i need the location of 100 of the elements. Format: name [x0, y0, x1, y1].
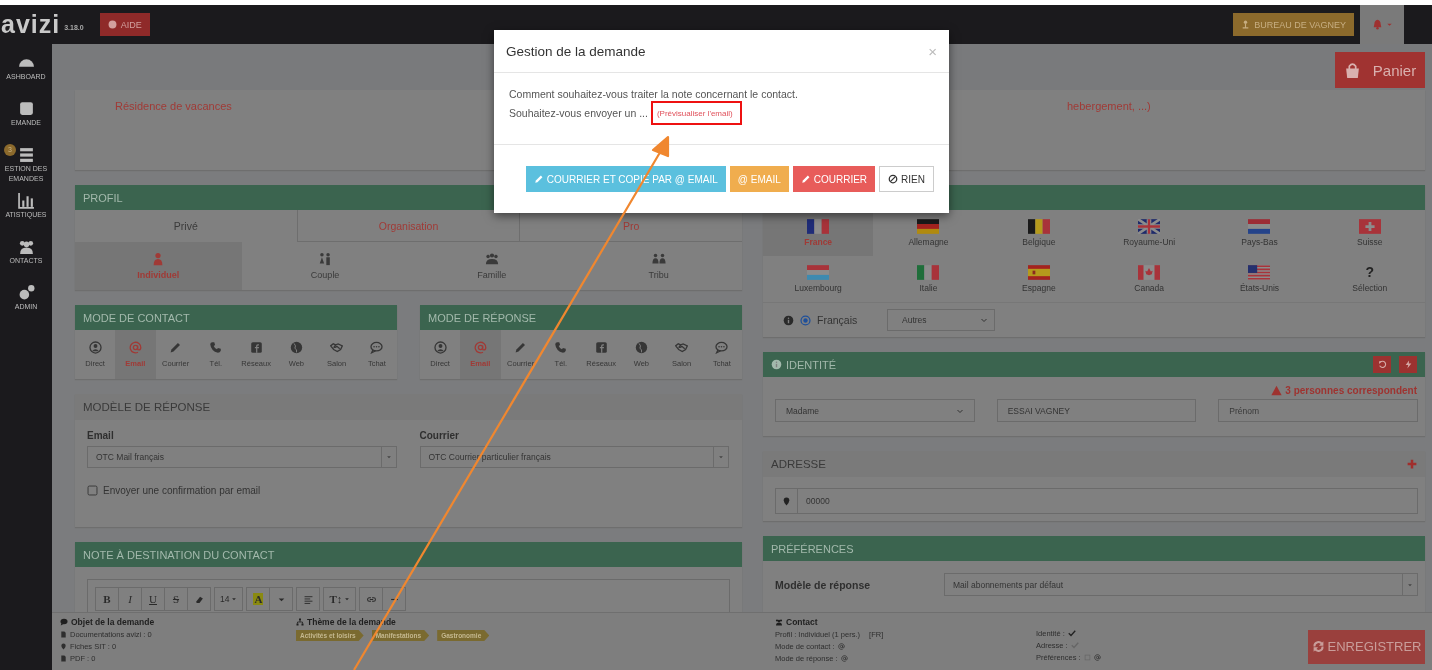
italic-button[interactable]: I [118, 587, 142, 611]
country-option[interactable]: Belgique [983, 210, 1094, 256]
profile-type-option[interactable]: Tribu [575, 242, 742, 290]
flag-icon [917, 265, 940, 280]
help-button[interactable]: AIDE [99, 13, 150, 36]
flag-icon [1027, 219, 1050, 234]
caret-icon [344, 596, 351, 602]
dialog-button[interactable]: RIEN [879, 166, 934, 192]
strikethrough-button[interactable]: S [164, 587, 188, 611]
footer-heading: Contact [786, 617, 818, 627]
align-button[interactable] [296, 587, 321, 611]
dropdown-button[interactable] [269, 587, 294, 611]
at-icon [840, 654, 848, 662]
postcode-field[interactable]: 00000 [775, 488, 1418, 514]
select-field[interactable]: Mail abonnements par défaut [944, 573, 1418, 596]
caret-icon [231, 596, 238, 602]
profile-type-option[interactable]: Famille [408, 242, 576, 290]
section-header: NOTE À DESTINATION DU CONTACT [75, 542, 742, 567]
country-option[interactable]: Royaume-Uni [1094, 210, 1205, 256]
at-icon [1093, 653, 1101, 661]
link-icon [366, 594, 376, 604]
user-icon [433, 341, 447, 354]
info-icon [771, 359, 782, 370]
profile-type-option[interactable]: Couple [241, 242, 409, 290]
section-header: MODÈLE DE RÉPONSE [75, 394, 742, 420]
office-button[interactable]: BUREAU DE VAGNEY [1233, 13, 1354, 36]
field-label: Email [87, 430, 115, 441]
country-option[interactable]: Canada [1094, 256, 1205, 302]
checkbox[interactable] [87, 485, 98, 496]
section-header: MODE DE CONTACT [75, 305, 397, 330]
underline-button[interactable]: U [141, 587, 165, 611]
highlight-button[interactable]: A [246, 587, 271, 611]
dialog-button[interactable]: COURRIER [792, 166, 876, 192]
caret-icon [1385, 21, 1393, 28]
add-icon[interactable] [1407, 459, 1417, 469]
dialog-button[interactable]: @ EMAIL [729, 166, 789, 192]
select-field[interactable]: OTC Courrier particulier français [419, 446, 729, 468]
bold-button[interactable]: B [95, 587, 119, 611]
pencil-icon [169, 341, 183, 354]
file-icon [60, 654, 67, 662]
language-select[interactable]: Autres [887, 309, 995, 331]
close-button[interactable]: × [928, 43, 937, 59]
at-icon [473, 341, 487, 354]
field-label: Modèle de réponse [775, 578, 872, 591]
caret-icon [1407, 581, 1413, 588]
notifications-button[interactable] [1360, 5, 1404, 44]
country-option[interactable]: Espagne [983, 256, 1094, 302]
flag-icon [1358, 219, 1381, 234]
field-label: Courrier [419, 430, 460, 441]
file-icon [60, 630, 67, 638]
cart-button[interactable]: Panier [1335, 52, 1425, 88]
line-height-button[interactable]: T↕ [323, 587, 357, 611]
preview-link[interactable]: (Prévisualiser l'email) [656, 109, 733, 118]
radio-label: Français [817, 314, 859, 326]
section-title: IDENTITÉ [786, 358, 837, 371]
warning-icon [1271, 385, 1283, 396]
handshake-icon [330, 341, 344, 354]
globe-icon [289, 341, 303, 354]
section-header: PRÉFÉRENCES [763, 536, 1425, 561]
flag-icon [1138, 219, 1161, 234]
country-option[interactable]: Allemagne [873, 210, 984, 256]
last-name-field[interactable]: ESSAI VAGNEY [996, 399, 1197, 422]
country-option[interactable]: ? Sélection [1314, 256, 1425, 302]
family-icon [484, 252, 499, 266]
handshake-icon [675, 341, 689, 354]
bolt-button[interactable] [1399, 356, 1417, 373]
shopping-bag-icon [1343, 61, 1361, 79]
couple-icon [318, 252, 333, 266]
chat-icon [715, 341, 729, 354]
sitemap-icon [296, 618, 304, 626]
users-icon [17, 238, 35, 255]
link-button[interactable] [359, 587, 384, 611]
dialog-text: Souhaitez-vous envoyer un ... [509, 107, 648, 119]
clear-format-button[interactable] [187, 587, 211, 611]
radio-button[interactable] [800, 314, 811, 326]
ban-icon [888, 174, 899, 184]
flag-icon [1138, 265, 1161, 280]
save-button[interactable]: ENREGISTRER [1308, 629, 1425, 664]
profile-tab[interactable]: Privé [75, 210, 297, 242]
country-option[interactable]: Suisse [1314, 210, 1425, 256]
bell-icon [1371, 19, 1383, 30]
reset-button[interactable] [1373, 356, 1391, 373]
flag-icon [1248, 265, 1271, 280]
list-icon [17, 146, 35, 163]
country-option[interactable]: Luxembourg [763, 256, 874, 302]
dialog-text: Comment souhaitez-vous traiter la note concernant le contact. [509, 87, 799, 101]
align-icon [303, 594, 313, 604]
question-mark: ? [1365, 265, 1375, 280]
bolt-icon [1403, 360, 1413, 369]
country-option[interactable]: Italie [873, 256, 984, 302]
first-name-field[interactable]: Prénom [1218, 399, 1418, 422]
civility-select[interactable]: Madame [775, 399, 975, 422]
font-size-button[interactable]: 14 [214, 587, 244, 611]
checkbox-label: Envoyer une confirmation par email [103, 485, 261, 496]
country-option[interactable]: Pays-Bas [1204, 210, 1315, 256]
accommodation-type: Résidence de vacances [115, 100, 232, 112]
comment-icon [60, 618, 68, 626]
country-option[interactable]: États-Unis [1204, 256, 1315, 302]
section-header: MODE DE RÉPONSE [420, 305, 742, 330]
select-field[interactable]: OTC Mail français [87, 446, 397, 468]
